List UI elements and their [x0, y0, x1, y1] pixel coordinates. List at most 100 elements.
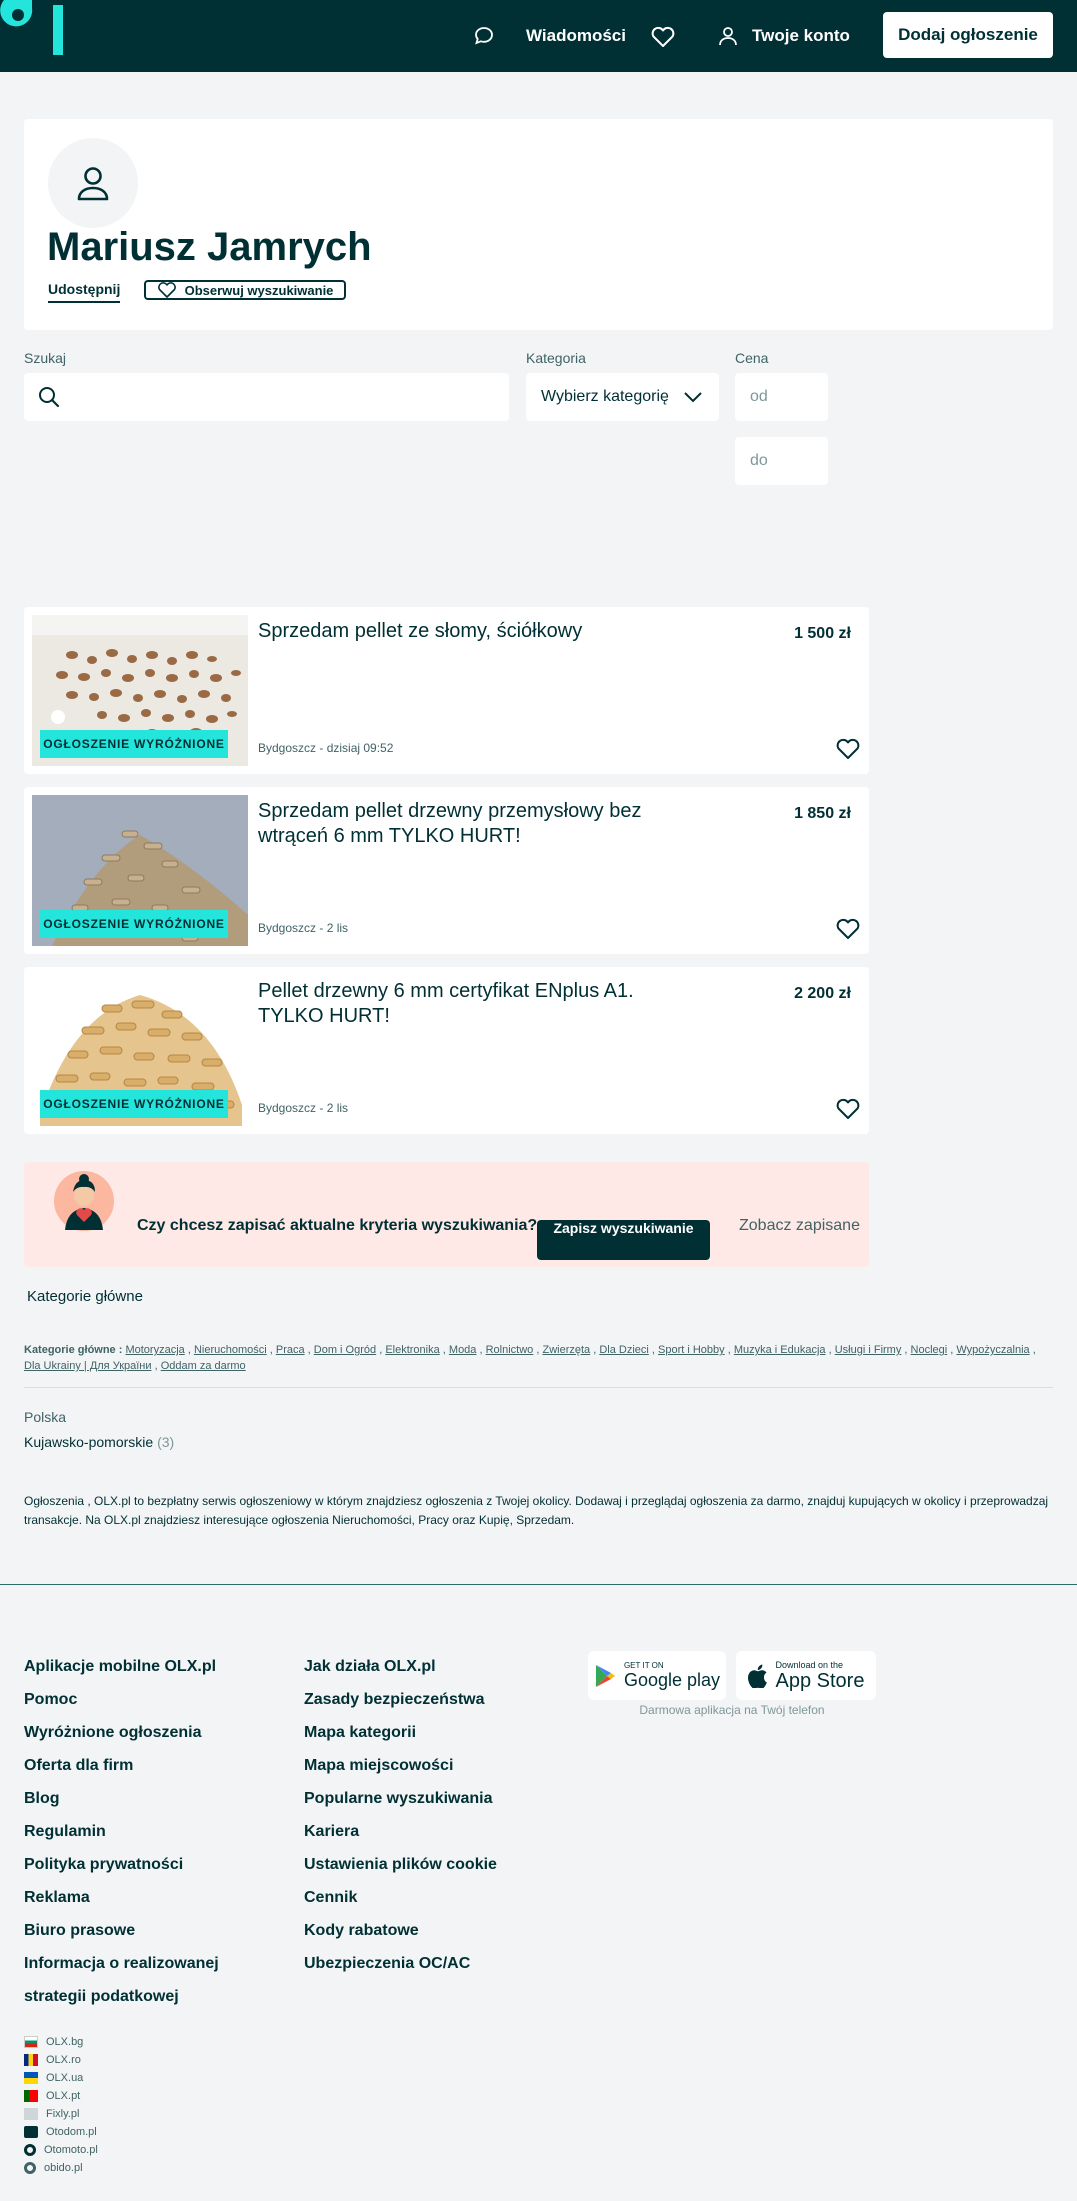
category-link[interactable]: Noclegi	[911, 1344, 948, 1356]
category-link[interactable]: Motoryzacja	[125, 1344, 184, 1356]
footer-link[interactable]: Cennik	[304, 1881, 564, 1914]
search-input[interactable]	[24, 373, 509, 421]
footer-link[interactable]: Kariera	[304, 1815, 564, 1848]
person-heart-illustration	[54, 1171, 114, 1231]
listing-photo[interactable]: OGŁOSZENIE WYRÓŻNIONE	[32, 795, 248, 946]
seo-description: Ogłoszenia , OLX.pl to bezpłatny serwis …	[24, 1494, 1049, 1527]
footer-link[interactable]: Mapa miejscowości	[304, 1749, 564, 1782]
see-saved-link[interactable]: Zobacz zapisane	[739, 1217, 860, 1235]
footer-link[interactable]: Zasady bezpieczeństwa	[304, 1683, 564, 1716]
footer-link[interactable]: Pomoc	[24, 1683, 284, 1716]
favorite-heart-icon[interactable]	[835, 917, 861, 941]
partner-site-link[interactable]: OLX.pt	[24, 2087, 98, 2105]
flag-ro-icon	[24, 2054, 38, 2066]
category-link[interactable]: Nieruchomości	[194, 1344, 267, 1356]
footer-link[interactable]: Aplikacje mobilne OLX.pl	[24, 1650, 284, 1683]
featured-badge: OGŁOSZENIE WYRÓŻNIONE	[40, 910, 228, 938]
app-store-small-text: Download on the	[775, 1659, 844, 1670]
category-link[interactable]: Rolnictwo	[486, 1344, 534, 1356]
avatar	[48, 138, 138, 228]
user-icon	[719, 27, 737, 46]
messages-label: Wiadomości	[526, 26, 626, 45]
footer-link[interactable]: Informacja o realizowanej strategii poda…	[24, 1947, 284, 2013]
category-link[interactable]: Dla Dzieci	[599, 1344, 649, 1356]
google-play-button[interactable]: GET IT ON Google play	[588, 1651, 726, 1700]
category-select[interactable]: Wybierz kategorię	[526, 373, 719, 421]
messages-link[interactable]: Wiadomości	[472, 18, 626, 54]
category-link[interactable]: Zwierzęta	[542, 1344, 590, 1356]
price-label: Cena	[735, 350, 769, 366]
partner-site-link[interactable]: Fixly.pl	[24, 2105, 98, 2123]
footer-link[interactable]: Reklama	[24, 1881, 284, 1914]
price-from-input[interactable]: od	[735, 373, 828, 421]
category-link[interactable]: Elektronika	[385, 1344, 439, 1356]
chat-bubble-icon	[475, 27, 493, 45]
partner-site-link[interactable]: Otodom.pl	[24, 2123, 98, 2141]
footer-link[interactable]: Jak działa OLX.pl	[304, 1650, 564, 1683]
google-play-icon	[595, 1664, 615, 1687]
listing-card[interactable]: OGŁOSZENIE WYRÓŻNIONE Sprzedam pellet dr…	[24, 787, 869, 954]
listing-title[interactable]: Sprzedam pellet drzewny przemysłowy bez …	[258, 799, 678, 849]
category-link[interactable]: Wypożyczalnia	[956, 1344, 1029, 1356]
category-link[interactable]: Dom i Ogród	[314, 1344, 376, 1356]
footer-link[interactable]: Biuro prasowe	[24, 1914, 284, 1947]
footer-link[interactable]: Kody rabatowe	[304, 1914, 564, 1947]
footer-link[interactable]: Regulamin	[24, 1815, 284, 1848]
category-link[interactable]: Dla Ukrainy | Для України	[24, 1360, 152, 1372]
listing-title[interactable]: Pellet drzewny 6 mm certyfikat ENplus A1…	[258, 979, 678, 1029]
partner-site-label: Otomoto.pl	[44, 2144, 98, 2156]
partner-site-link[interactable]: Otomoto.pl	[24, 2141, 98, 2159]
partner-sites-list: OLX.bg OLX.ro OLX.ua OLX.pt Fixly.pl Oto…	[24, 2033, 98, 2177]
google-play-small-text: GET IT ON	[623, 1661, 664, 1670]
partner-site-link[interactable]: OLX.ua	[24, 2069, 98, 2087]
share-button[interactable]: Udostępnij	[48, 281, 121, 303]
category-link[interactable]: Usługi i Firmy	[835, 1344, 902, 1356]
category-link[interactable]: Sport i Hobby	[658, 1344, 725, 1356]
obido-icon	[24, 2162, 36, 2174]
partner-site-link[interactable]: obido.pl	[24, 2159, 98, 2177]
account-label: Twoje konto	[752, 26, 850, 45]
category-link[interactable]: Oddam za darmo	[161, 1360, 246, 1372]
favorites-heart-icon[interactable]	[650, 25, 676, 49]
footer-link[interactable]: Wyróżnione ogłoszenia	[24, 1716, 284, 1749]
follow-search-button[interactable]: Obserwuj wyszukiwanie	[144, 280, 346, 300]
region-link[interactable]: Kujawsko-pomorskie (3)	[24, 1434, 174, 1450]
listing-location-date: Bydgoszcz - dzisiaj 09:52	[258, 741, 394, 755]
save-search-button[interactable]: Zapisz wyszukiwanie	[537, 1220, 710, 1260]
featured-badge: OGŁOSZENIE WYRÓŻNIONE	[40, 730, 228, 758]
olx-logo[interactable]	[0, 0, 70, 60]
flag-pt-icon	[24, 2090, 38, 2102]
footer-column-2: Jak działa OLX.pl Zasady bezpieczeństwa …	[304, 1650, 564, 1980]
category-link[interactable]: Muzyka i Edukacja	[734, 1344, 826, 1356]
category-link[interactable]: Moda	[449, 1344, 477, 1356]
partner-site-label: obido.pl	[44, 2162, 83, 2174]
listing-photo[interactable]: OGŁOSZENIE WYRÓŻNIONE	[32, 615, 248, 766]
footer-link[interactable]: Ubezpieczenia OC/AC	[304, 1947, 564, 1980]
footer-link[interactable]: Popularne wyszukiwania	[304, 1782, 564, 1815]
category-value: Wybierz kategorię	[541, 388, 669, 405]
partner-site-link[interactable]: OLX.ro	[24, 2051, 98, 2069]
footer-link[interactable]: Oferta dla firm	[24, 1749, 284, 1782]
footer-link[interactable]: Mapa kategorii	[304, 1716, 564, 1749]
account-link[interactable]: Twoje konto	[716, 18, 850, 54]
partner-site-label: OLX.ua	[46, 2072, 84, 2084]
listing-photo[interactable]: OGŁOSZENIE WYRÓŻNIONE	[32, 975, 248, 1126]
partner-site-label: Otodom.pl	[46, 2126, 97, 2138]
country-label: Polska	[24, 1409, 67, 1425]
listing-title[interactable]: Sprzedam pellet ze słomy, ściółkowy	[258, 619, 678, 644]
region-name[interactable]: Kujawsko-pomorskie	[24, 1434, 153, 1450]
price-to-input[interactable]: do	[735, 437, 828, 485]
flag-ua-icon	[24, 2072, 38, 2084]
favorite-heart-icon[interactable]	[835, 1097, 861, 1121]
partner-site-link[interactable]: OLX.bg	[24, 2033, 98, 2051]
listing-card[interactable]: OGŁOSZENIE WYRÓŻNIONE Pellet drzewny 6 m…	[24, 967, 869, 1134]
listing-card[interactable]: OGŁOSZENIE WYRÓŻNIONE Sprzedam pellet ze…	[24, 607, 869, 774]
add-listing-button[interactable]: Dodaj ogłoszenie	[883, 12, 1053, 58]
app-store-button[interactable]: Download on the App Store	[736, 1651, 876, 1700]
footer-link[interactable]: Blog	[24, 1782, 284, 1815]
seller-name: Mariusz Jamrych	[47, 225, 372, 269]
footer-link[interactable]: Ustawienia plików cookie	[304, 1848, 564, 1881]
favorite-heart-icon[interactable]	[835, 737, 861, 761]
footer-link[interactable]: Polityka prywatności	[24, 1848, 284, 1881]
category-link[interactable]: Praca	[276, 1344, 305, 1356]
